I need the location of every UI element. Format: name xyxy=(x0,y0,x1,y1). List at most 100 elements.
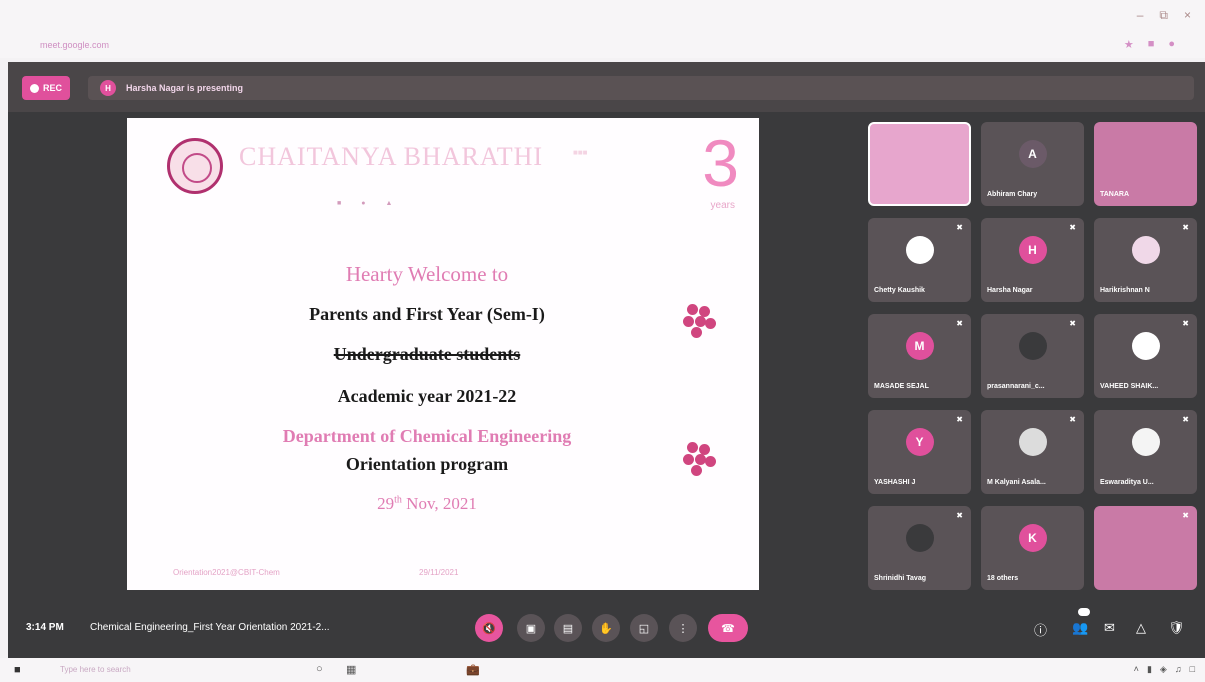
participant-avatar xyxy=(1131,427,1160,456)
anniversary-emblem: ■■■ xyxy=(573,148,588,157)
people-button[interactable]: 👥 xyxy=(1072,620,1088,636)
mic-off-button[interactable]: 🔇 xyxy=(475,614,503,642)
participant-tile[interactable]: ✖ Chetty Kaushik xyxy=(868,218,971,302)
anniversary-number: 3 xyxy=(702,126,739,200)
participant-tile[interactable]: ✖ M Kalyani Asala... xyxy=(981,410,1084,494)
hangup-icon: ☎ xyxy=(721,622,735,635)
captions-button[interactable]: ▤ xyxy=(554,614,582,642)
flower-decoration-2 xyxy=(683,440,717,478)
profile-icon[interactable]: ● xyxy=(1168,38,1175,51)
close-icon[interactable]: × xyxy=(1184,8,1191,23)
system-tray: ˄ ▮ ◈ ♫ □ xyxy=(1134,664,1195,675)
participant-name: MASADE SEJAL xyxy=(874,383,929,390)
participant-tile[interactable]: ✖ VAHEED SHAIK... xyxy=(1094,314,1197,398)
participant-tile[interactable]: M ✖ MASADE SEJAL xyxy=(868,314,971,398)
participant-name: Eswaraditya U... xyxy=(1100,479,1154,486)
network-icon[interactable]: ◈ xyxy=(1160,664,1167,675)
participant-avatar: Y xyxy=(905,427,934,456)
participant-tile[interactable]: ✖ prasannarani_c... xyxy=(981,314,1084,398)
anniversary-label: years xyxy=(710,200,735,211)
participant-avatar xyxy=(1018,331,1047,360)
mic-muted-icon: ✖ xyxy=(1182,511,1189,520)
window-controls: – ⧉ × xyxy=(1137,8,1191,23)
slide-date-day: 29 xyxy=(377,494,395,513)
raise-hand-button[interactable]: ✋ xyxy=(592,614,620,642)
participant-avatar xyxy=(1018,427,1047,456)
hand-icon: ✋ xyxy=(599,622,613,635)
camera-button[interactable]: ▣ xyxy=(517,614,545,642)
mic-muted-icon: ✖ xyxy=(1069,415,1076,424)
mic-muted-icon: ✖ xyxy=(1069,223,1076,232)
star-icon[interactable]: ★ xyxy=(1124,38,1134,51)
mic-muted-icon: ✖ xyxy=(1069,319,1076,328)
present-icon: ◱ xyxy=(638,622,650,635)
participant-name: YASHASHI J xyxy=(874,479,916,486)
restore-icon[interactable]: ⧉ xyxy=(1159,8,1168,23)
battery-icon[interactable]: ▮ xyxy=(1147,664,1152,675)
participant-tile[interactable]: ✖ Shrinidhi Tavag xyxy=(868,506,971,590)
participant-avatar xyxy=(1131,235,1160,264)
participant-tile[interactable]: TANARA xyxy=(1094,122,1197,206)
participant-tile[interactable]: Y ✖ YASHASHI J xyxy=(868,410,971,494)
flower-decoration-1 xyxy=(683,302,717,340)
participant-tile[interactable] xyxy=(868,122,971,206)
taskbar-search[interactable]: Type here to search xyxy=(60,665,131,674)
participant-tile[interactable]: A Abhiram Chary xyxy=(981,122,1084,206)
participant-name: Chetty Kaushik xyxy=(874,287,925,294)
participant-name: Abhiram Chary xyxy=(987,191,1038,198)
leave-call-button[interactable]: ☎ xyxy=(708,614,748,642)
mic-muted-icon: ✖ xyxy=(956,223,963,232)
notification-icon[interactable]: □ xyxy=(1190,664,1195,675)
participant-tile[interactable]: ✖ xyxy=(1094,506,1197,590)
host-controls-button[interactable]: 🛡 xyxy=(1168,620,1185,636)
institution-title: CHAITANYA BHARATHI xyxy=(239,142,544,171)
mic-muted-icon: ✖ xyxy=(1182,223,1189,232)
meeting-info-button[interactable]: ⓘ xyxy=(1034,620,1047,639)
windows-start-icon[interactable]: ■ xyxy=(14,664,21,676)
slide-footer-left: Orientation2021@CBIT-Chem xyxy=(173,568,280,577)
institution-accreditations: ■ ● ▲ xyxy=(337,200,392,207)
address-bar[interactable]: meet.google.com xyxy=(40,40,109,50)
cortana-icon[interactable]: ○ xyxy=(316,663,323,675)
browser-chrome: meet.google.com – ⧉ × ★ ■ ● xyxy=(0,0,1205,58)
meet-top-bar: REC H Harsha Nagar is presenting xyxy=(8,62,1205,112)
volume-icon[interactable]: ♫ xyxy=(1175,664,1182,675)
minimize-icon[interactable]: – xyxy=(1137,8,1144,23)
tray-arrow-icon[interactable]: ˄ xyxy=(1134,664,1139,675)
record-icon xyxy=(29,83,39,93)
more-options-button[interactable]: ⋮ xyxy=(669,614,697,642)
recording-badge[interactable]: REC xyxy=(22,76,70,100)
participant-tile[interactable]: K 18 others xyxy=(981,506,1084,590)
activities-button[interactable]: △ xyxy=(1136,620,1146,636)
present-button[interactable]: ◱ xyxy=(630,614,658,642)
participant-tile[interactable]: ✖ Harikrishnan N xyxy=(1094,218,1197,302)
mic-off-icon: 🔇 xyxy=(482,622,496,635)
participant-name: Shrinidhi Tavag xyxy=(874,575,926,582)
browser-extensions: ★ ■ ● xyxy=(1124,38,1175,51)
participant-tile[interactable]: ✖ Eswaraditya U... xyxy=(1094,410,1197,494)
participant-avatar: H xyxy=(1018,235,1047,264)
store-icon[interactable]: 💼 xyxy=(466,663,480,676)
rec-label: REC xyxy=(42,83,62,93)
more-vert-icon: ⋮ xyxy=(677,622,689,635)
slide-audience: Parents and First Year (Sem-I) xyxy=(309,304,545,324)
participant-avatar xyxy=(905,523,934,552)
mic-muted-icon: ✖ xyxy=(956,319,963,328)
participant-name: Harsha Nagar xyxy=(987,287,1033,294)
mic-muted-icon: ✖ xyxy=(956,415,963,424)
chat-button[interactable]: ✉ xyxy=(1104,620,1115,636)
participant-tile[interactable]: H ✖ Harsha Nagar xyxy=(981,218,1084,302)
accreditation-mark-2: ● xyxy=(361,200,366,207)
slide-heading: Hearty Welcome to xyxy=(345,262,509,286)
extension-icon[interactable]: ■ xyxy=(1148,38,1155,51)
task-view-icon[interactable]: ▦ xyxy=(346,663,356,676)
participant-name: Harikrishnan N xyxy=(1100,287,1150,294)
presenter-avatar: H xyxy=(100,80,116,96)
participant-name: prasannarani_c... xyxy=(987,383,1045,390)
participant-name: 18 others xyxy=(987,575,1019,582)
camera-icon: ▣ xyxy=(525,622,537,635)
slide-academic-year: Academic year 2021-22 xyxy=(337,386,517,406)
clock: 3:14 PM xyxy=(26,622,64,633)
slide-department: Department of Chemical Engineering xyxy=(282,426,572,446)
participant-count-badge xyxy=(1078,608,1090,616)
